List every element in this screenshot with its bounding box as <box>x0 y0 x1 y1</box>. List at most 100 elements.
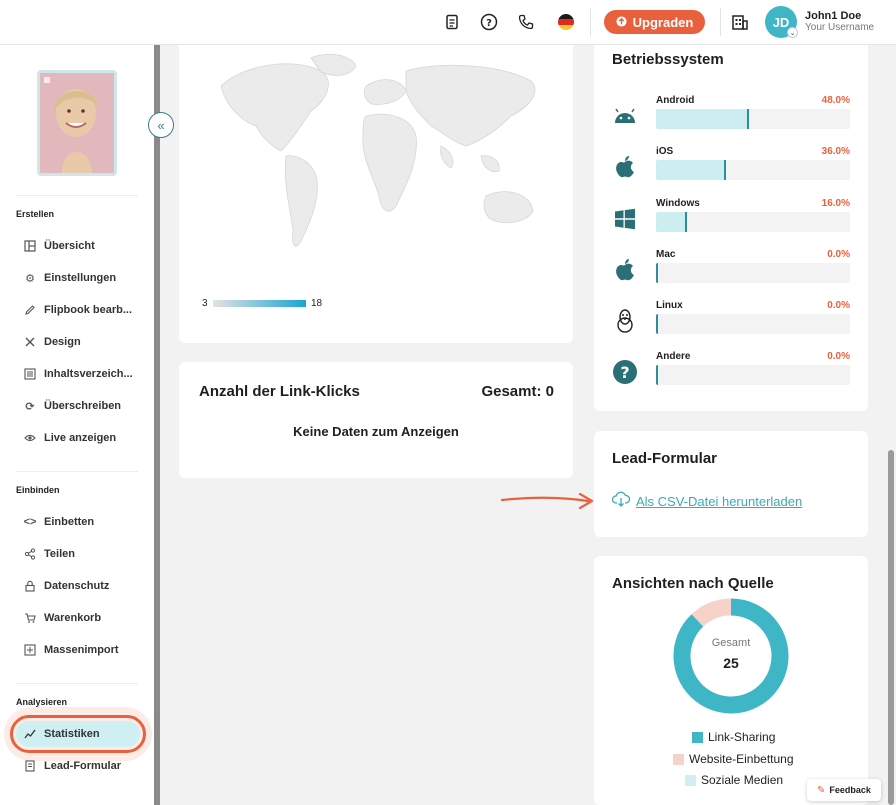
sidebar-item-privacy[interactable]: Datenschutz <box>16 573 140 599</box>
apple-icon <box>612 154 638 180</box>
sidebar-item-label: Statistiken <box>44 728 100 740</box>
os-row-mac: Mac 0.0% <box>612 249 852 289</box>
os-bar-track <box>656 212 850 232</box>
os-name: Windows <box>656 198 700 209</box>
upgrade-button[interactable]: Upgraden <box>604 10 705 34</box>
os-bar-fill <box>656 365 658 385</box>
chevron-down-icon[interactable]: ⌄ <box>787 27 798 38</box>
arrow-up-icon <box>616 15 627 30</box>
sidebar-item-bulk-import[interactable]: Massenimport <box>16 637 140 663</box>
donut-center-value: 25 <box>723 655 739 671</box>
link-clicks-total: Gesamt: 0 <box>481 383 554 400</box>
os-row-android: Android 48.0% <box>612 95 852 135</box>
section-title-create: Erstellen <box>16 209 55 219</box>
legend-item-social-media: Soziale Medien <box>685 773 783 787</box>
os-percent: 48.0% <box>821 95 850 106</box>
os-bar-fill <box>656 314 658 334</box>
sidebar-item-label: Design <box>44 336 81 348</box>
lead-form-title: Lead-Formular <box>612 450 718 467</box>
sidebar-item-label: Teilen <box>44 548 75 560</box>
sidebar-item-table-of-contents[interactable]: Inhaltsverzeich... <box>16 361 140 387</box>
feedback-button[interactable]: ✎ Feedback <box>807 779 881 801</box>
feedback-icon: ✎ <box>817 784 826 796</box>
sidebar-item-settings[interactable]: ⚙ Einstellungen <box>16 265 140 291</box>
os-percent: 16.0% <box>821 198 850 209</box>
map-legend-min: 3 <box>202 298 208 309</box>
csv-download-label: Als CSV-Datei herunterladen <box>636 494 803 509</box>
legend-item-link-sharing: Link-Sharing <box>692 730 775 744</box>
divider <box>590 8 591 36</box>
os-percent: 36.0% <box>821 146 850 157</box>
sidebar-item-label: Live anzeigen <box>44 432 117 444</box>
layout-icon <box>24 240 36 252</box>
annotation-arrow <box>500 492 594 510</box>
linux-icon <box>612 308 638 334</box>
link-clicks-title: Anzahl der Link-Klicks <box>199 383 360 400</box>
sidebar-item-share[interactable]: Teilen <box>16 541 140 567</box>
sidebar-item-overview[interactable]: Übersicht <box>16 233 140 259</box>
os-percent: 0.0% <box>827 249 850 260</box>
os-bar-track <box>656 109 850 129</box>
sidebar-item-live-view[interactable]: Live anzeigen <box>16 425 140 451</box>
main-scrollbar[interactable] <box>888 450 894 805</box>
chart-icon <box>24 728 36 740</box>
phone-icon[interactable] <box>516 12 536 32</box>
import-icon <box>24 644 36 656</box>
form-icon <box>24 760 36 772</box>
sidebar-item-label: Warenkorb <box>44 612 102 624</box>
sidebar-item-lead-form[interactable]: Lead-Formular <box>16 753 140 779</box>
sidebar-item-label: Übersicht <box>44 240 95 252</box>
avatar-initials: JD <box>772 14 790 30</box>
question-icon: ? <box>612 359 638 385</box>
top-bar: ? Upgraden JD ⌄ John1 Doe Your Username <box>0 0 896 45</box>
legend-label: Link-Sharing <box>708 730 776 744</box>
sidebar-item-label: Flipbook bearb... <box>44 304 133 316</box>
sidebar-item-embed[interactable]: <> Einbetten <box>16 509 140 535</box>
source-views-title: Ansichten nach Quelle <box>612 575 774 592</box>
lock-icon <box>24 580 36 592</box>
upgrade-label: Upgraden <box>632 14 694 30</box>
flipbook-cover-thumbnail[interactable] <box>37 70 117 176</box>
legend-swatch <box>685 774 696 786</box>
feedback-label: Feedback <box>829 785 871 795</box>
legend-label: Soziale Medien <box>701 773 784 787</box>
sidebar-scrollbar[interactable] <box>154 45 160 805</box>
os-bar-fill <box>656 109 750 129</box>
svg-text:?: ? <box>620 363 629 382</box>
building-icon[interactable] <box>730 12 750 32</box>
divider <box>16 471 138 472</box>
os-percent: 0.0% <box>827 351 850 362</box>
user-username: Your Username <box>805 22 875 33</box>
divider <box>720 8 721 36</box>
legend-swatch <box>673 753 684 765</box>
sidebar-item-edit-flipbook[interactable]: Flipbook bearb... <box>16 297 140 323</box>
section-title-analyze: Analysieren <box>16 697 68 707</box>
android-icon <box>612 103 638 129</box>
help-icon[interactable]: ? <box>479 12 499 32</box>
os-bar-track <box>656 314 850 334</box>
os-row-ios: iOS 36.0% <box>612 146 852 186</box>
svg-text:?: ? <box>486 18 492 29</box>
map-legend-gradient <box>213 300 306 307</box>
os-bar-track <box>656 160 850 180</box>
sidebar-item-cart[interactable]: Warenkorb <box>16 605 140 631</box>
pencil-icon <box>24 304 36 316</box>
os-name: Linux <box>656 300 683 311</box>
cart-icon <box>24 612 36 624</box>
os-name: Andere <box>656 351 691 362</box>
collapse-sidebar-button[interactable]: « <box>148 112 174 138</box>
sidebar-item-statistics[interactable]: Statistiken <box>16 721 140 747</box>
sidebar-item-label: Datenschutz <box>44 580 110 592</box>
german-flag-icon[interactable] <box>556 12 576 32</box>
donut-slice-website-embed[interactable] <box>691 598 732 627</box>
sidebar-item-label: Einbetten <box>44 516 95 528</box>
world-map[interactable] <box>201 46 555 286</box>
os-name: Mac <box>656 249 676 260</box>
sidebar-item-design[interactable]: Design <box>16 329 140 355</box>
cloud-download-icon <box>611 491 631 512</box>
os-bar-track <box>656 365 850 385</box>
sidebar-item-label: Massenimport <box>44 644 119 656</box>
sidebar-item-overwrite[interactable]: ⟳ Überschreiben <box>16 393 140 419</box>
csv-download-link[interactable]: Als CSV-Datei herunterladen <box>611 491 803 512</box>
document-icon[interactable] <box>442 12 462 32</box>
